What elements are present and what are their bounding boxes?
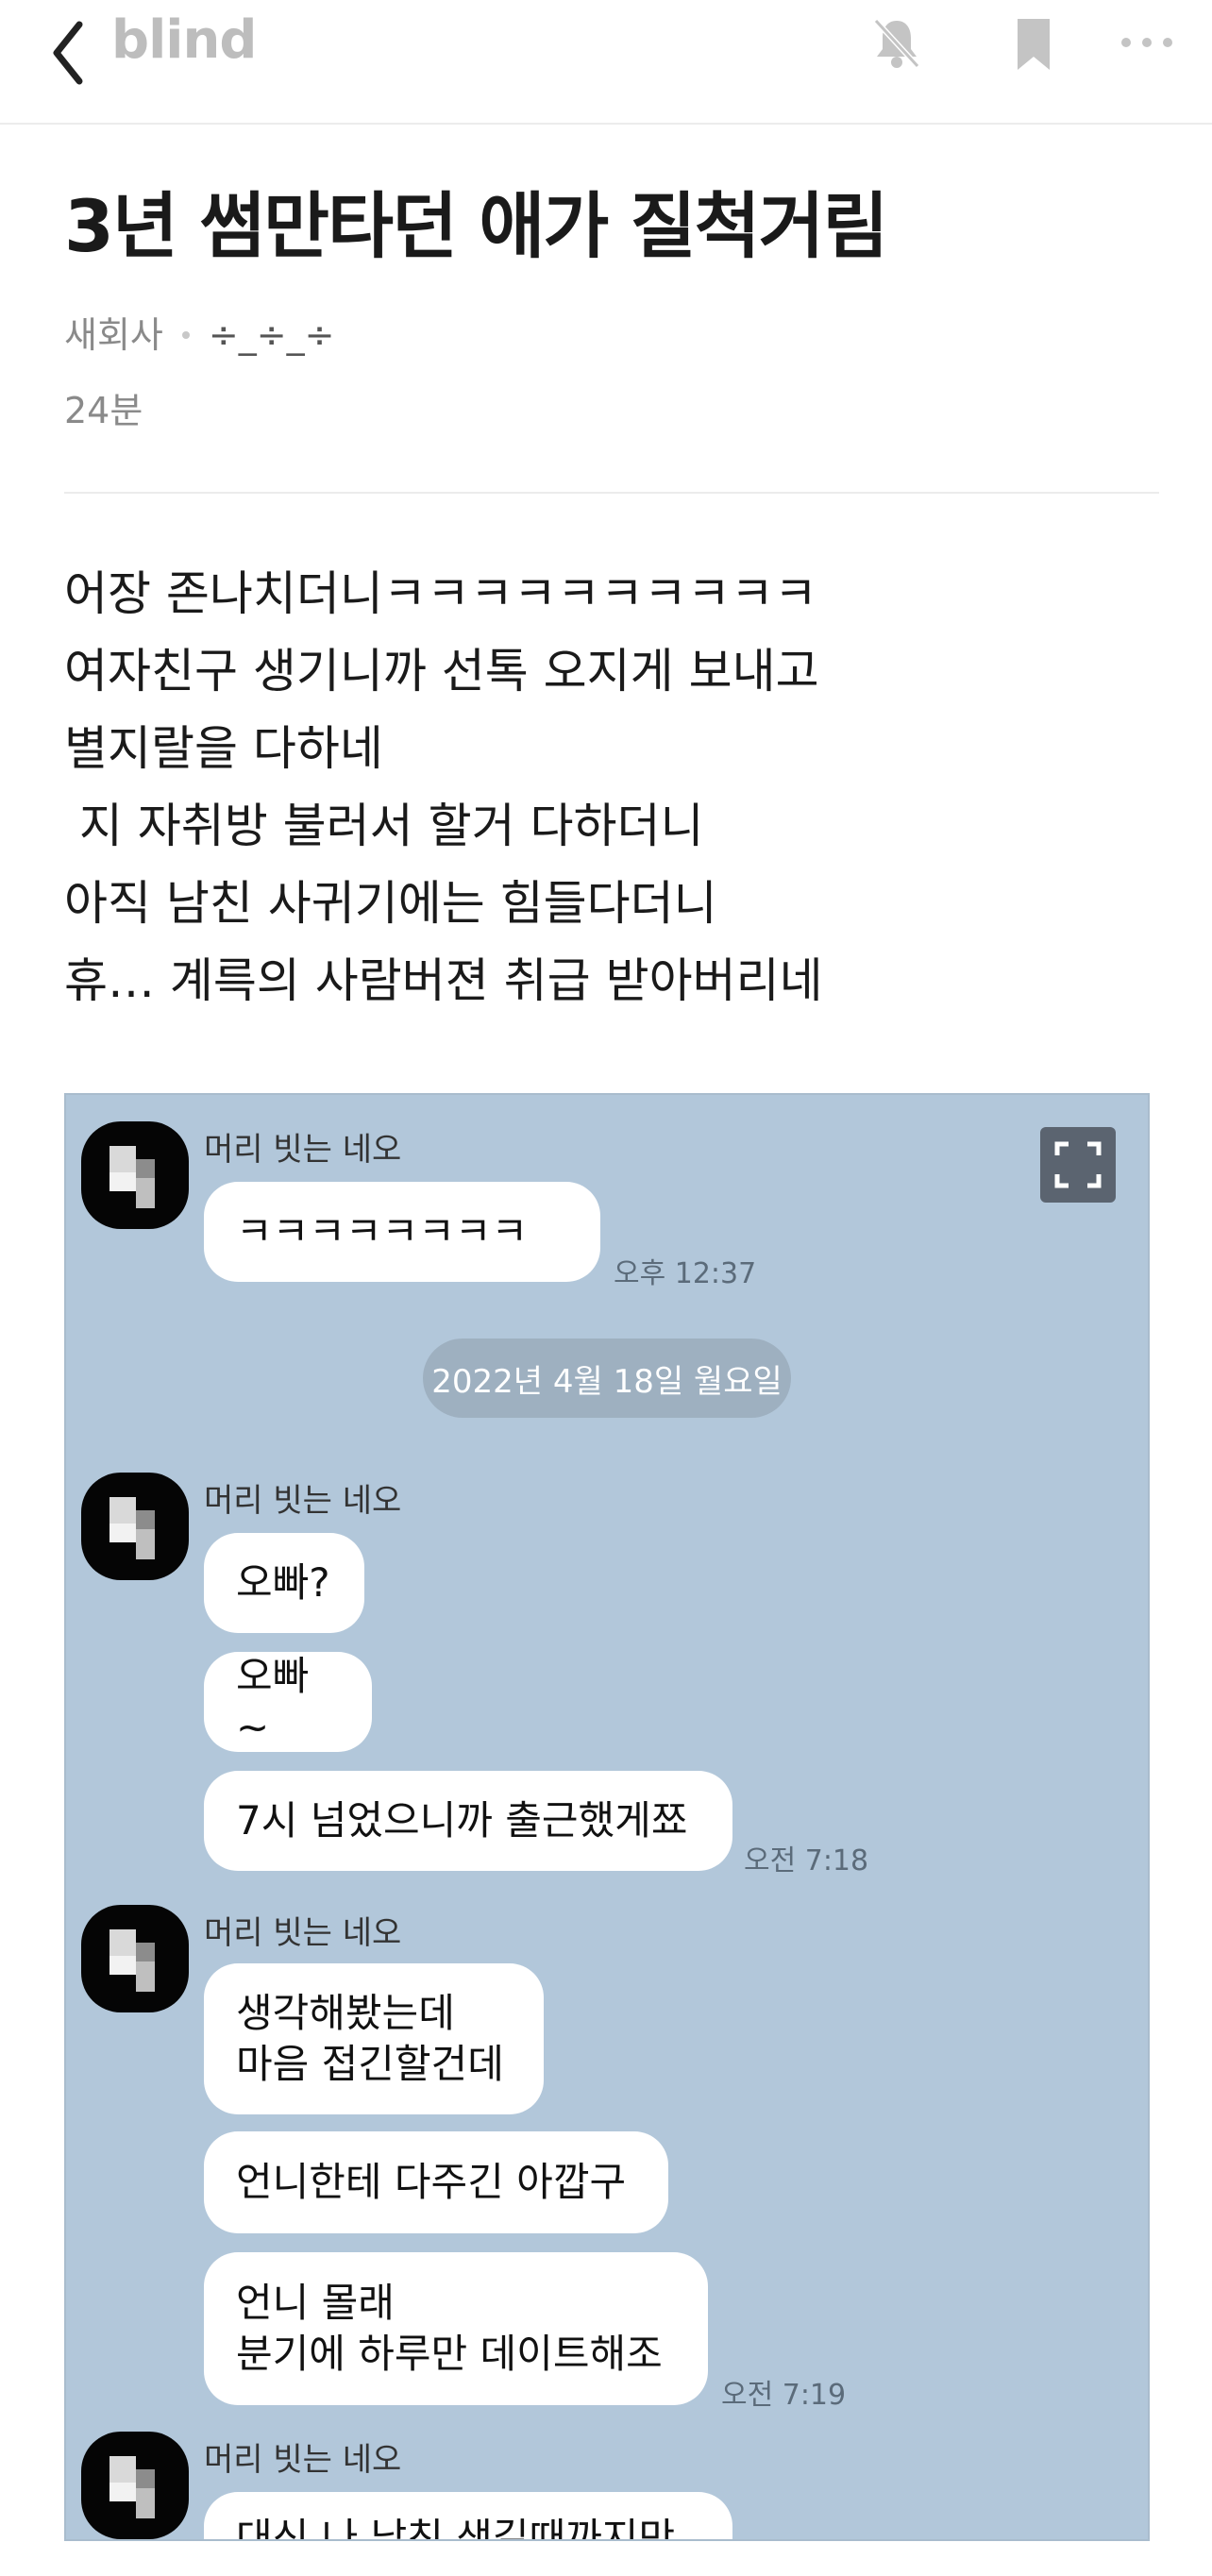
company-name[interactable]: 새회사	[64, 314, 163, 356]
divider	[64, 492, 1159, 494]
message-timestamp: 오후 12:37	[614, 1257, 757, 1290]
sender-name: 머리 빗는 네오	[204, 1131, 402, 1169]
message-text: 언니한테 다주긴 아깝구	[236, 2159, 627, 2205]
chat-screenshot-image[interactable]: 머리 빗는 네오 ㅋㅋㅋㅋㅋㅋㅋㅋ 오후 12:37 2022년 4월 18일 …	[64, 1093, 1150, 2541]
post-body-line: 별지랄을 다하네	[64, 721, 383, 776]
post-time: 24분	[64, 390, 143, 431]
message-bubble: 7시 넘었으니까 출근했게쬬	[204, 1771, 732, 1871]
message-bubble: 대신 나 남친 생길때까지만	[204, 2492, 732, 2541]
post-body-line: 어장 존나치더니ㅋㅋㅋㅋㅋㅋㅋㅋㅋㅋ	[64, 566, 817, 621]
bookmark-icon[interactable]	[1010, 15, 1057, 72]
sender-name: 머리 빗는 네오	[204, 2441, 402, 2479]
message-timestamp: 오전 7:18	[744, 1844, 869, 1877]
meta-separator-dot	[181, 330, 190, 339]
bell-off-icon[interactable]	[868, 15, 925, 72]
author-nickname[interactable]: ÷_÷_÷	[209, 314, 335, 356]
message-text: 오빠~	[236, 1653, 310, 1750]
message-text: 대신 나 남친 생길때까지만	[236, 2515, 676, 2541]
message-bubble: 오빠?	[204, 1533, 364, 1633]
post-body-line: 휴… 계륵의 사람버젼 취급 받아버리네	[64, 953, 823, 1008]
sender-avatar[interactable]	[81, 1121, 189, 1229]
sender-avatar[interactable]	[81, 1473, 189, 1580]
message-bubble: 언니 몰래 분기에 하루만 데이트해조	[204, 2252, 708, 2405]
expand-icon	[1054, 1141, 1102, 1188]
more-options-icon[interactable]	[1119, 28, 1175, 57]
post-body-line: 아직 남친 사귀기에는 힘들다더니	[64, 876, 717, 931]
message-bubble: 생각해봤는데 마음 접긴할건데	[204, 1963, 544, 2114]
top-bar: blind	[0, 0, 1212, 125]
back-chevron-icon[interactable]	[47, 15, 94, 91]
sender-avatar[interactable]	[81, 1905, 189, 2012]
message-bubble: ㅋㅋㅋㅋㅋㅋㅋㅋ	[204, 1182, 600, 1282]
blind-logo[interactable]: blind	[111, 9, 257, 71]
date-divider: 2022년 4월 18일 월요일	[423, 1339, 791, 1418]
message-bubble: 오빠~	[204, 1652, 372, 1752]
sender-name: 머리 빗는 네오	[204, 1914, 402, 1952]
message-timestamp: 오전 7:19	[721, 2379, 847, 2412]
post-body: 어장 존나치더니ㅋㅋㅋㅋㅋㅋㅋㅋㅋㅋ 여자친구 생기니까 선톡 오지게 보내고 …	[64, 555, 1150, 1019]
post-title: 3년 썸만타던 애가 질척거림	[64, 184, 888, 268]
expand-image-button[interactable]	[1040, 1127, 1116, 1203]
message-text: 오빠?	[236, 1559, 330, 1606]
message-text: ㅋㅋㅋㅋㅋㅋㅋㅋ	[236, 1208, 529, 1254]
post-body-line: 지 자취방 불러서 할거 다하더니	[64, 799, 704, 853]
message-bubble: 언니한테 다주긴 아깝구	[204, 2131, 668, 2233]
sender-avatar[interactable]	[81, 2432, 189, 2539]
message-text: 7시 넘었으니까 출근했게쬬	[236, 1797, 688, 1844]
sender-name: 머리 빗는 네오	[204, 1482, 402, 1520]
post-meta: 새회사 ÷_÷_÷	[64, 306, 334, 358]
post-body-line: 여자친구 생기니까 선톡 오지게 보내고	[64, 644, 819, 699]
